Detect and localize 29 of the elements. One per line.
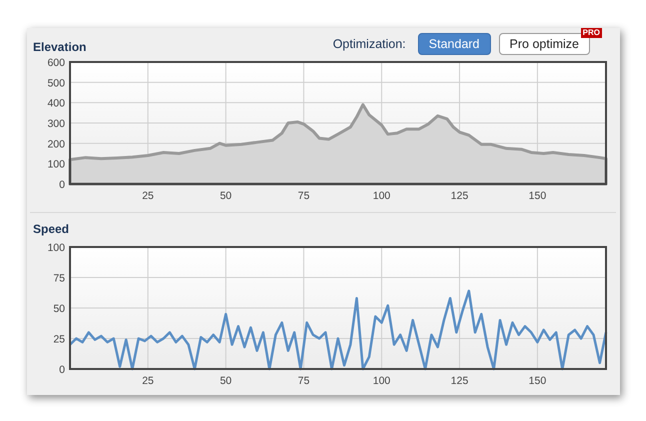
x-tick-label: 125 bbox=[450, 375, 468, 387]
y-tick-label: 500 bbox=[47, 77, 65, 90]
x-tick-label: 150 bbox=[528, 190, 546, 202]
x-tick-label: 100 bbox=[372, 190, 390, 202]
y-tick-label: 300 bbox=[47, 118, 65, 130]
y-tick-label: 600 bbox=[47, 57, 65, 69]
y-tick-label: 400 bbox=[47, 98, 65, 110]
y-tick-label: 50 bbox=[53, 303, 65, 315]
y-tick-label: 200 bbox=[47, 138, 65, 150]
x-tick-label: 50 bbox=[220, 190, 232, 202]
chart-title: Elevation bbox=[33, 39, 86, 56]
chart-title: Speed bbox=[33, 222, 70, 236]
x-tick-label: 125 bbox=[450, 190, 468, 202]
x-tick-label: 25 bbox=[142, 375, 154, 387]
x-tick-label: 25 bbox=[142, 190, 154, 202]
optimization-label: Optimization: bbox=[332, 36, 406, 53]
x-tick-label: 50 bbox=[220, 375, 232, 387]
y-tick-label: 0 bbox=[59, 364, 65, 376]
pro-badge: PRO bbox=[580, 28, 602, 38]
y-tick-label: 0 bbox=[59, 179, 65, 191]
y-tick-label: 100 bbox=[47, 158, 65, 171]
y-tick-label: 100 bbox=[47, 242, 65, 254]
y-tick-label: 25 bbox=[53, 334, 65, 346]
x-tick-label: 150 bbox=[528, 375, 546, 387]
x-tick-label: 75 bbox=[298, 375, 310, 387]
y-tick-label: 75 bbox=[53, 272, 65, 284]
optimization-button[interactable]: Standard bbox=[418, 33, 491, 55]
x-tick-label: 75 bbox=[298, 190, 310, 202]
x-tick-label: 100 bbox=[372, 375, 390, 387]
